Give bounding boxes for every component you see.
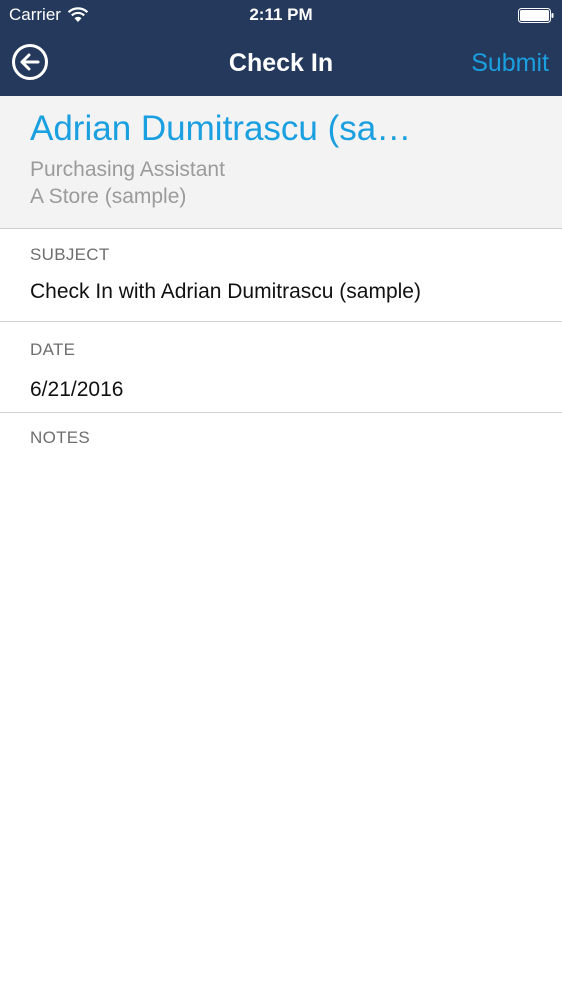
- battery-icon: [518, 8, 554, 23]
- notes-label: NOTES: [30, 428, 91, 447]
- date-label: DATE: [30, 340, 76, 359]
- notes-field: NOTES: [0, 413, 562, 1000]
- contact-account: A Store (sample): [30, 185, 187, 208]
- date-input[interactable]: 6/21/2016: [30, 378, 510, 402]
- nav-bar: Check In Submit: [0, 32, 562, 96]
- notes-textarea[interactable]: [30, 458, 542, 980]
- date-field: DATE 6/21/2016: [0, 322, 562, 413]
- status-bar: Carrier 2:11 PM: [0, 0, 562, 32]
- status-time: 2:11 PM: [249, 5, 313, 24]
- subject-field: SUBJECT Check In with Adrian Dumitrascu …: [0, 230, 562, 322]
- contact-job-title: Purchasing Assistant: [30, 158, 225, 181]
- top-bar: Carrier 2:11 PM Check In Submit: [0, 0, 562, 96]
- subject-input[interactable]: Check In with Adrian Dumitrascu (sample): [30, 280, 510, 304]
- submit-button[interactable]: Submit: [471, 49, 549, 78]
- contact-name-link[interactable]: Adrian Dumitrascu (sample): [30, 109, 430, 149]
- contact-header: Adrian Dumitrascu (sample) Purchasing As…: [0, 96, 562, 229]
- subject-label: SUBJECT: [30, 245, 110, 264]
